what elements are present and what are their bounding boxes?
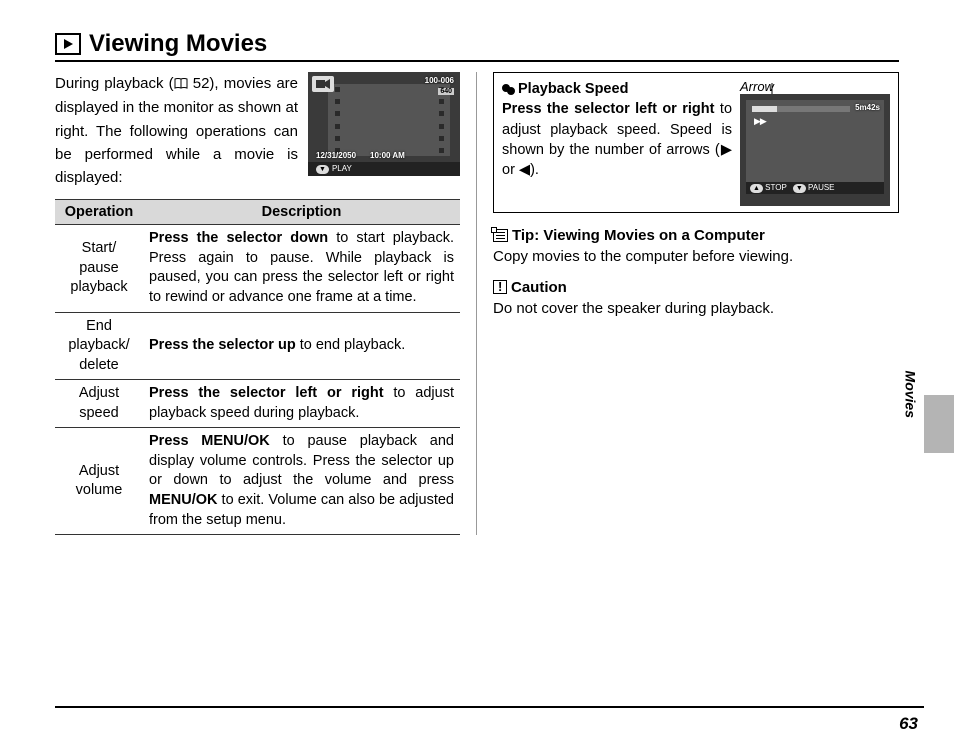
table-header-description: Description	[143, 200, 460, 225]
lcd-time: 10:00 AM	[370, 151, 405, 160]
playback-speed-note: Playback Speed Press the selector left o…	[493, 72, 899, 213]
right-column: Playback Speed Press the selector left o…	[477, 72, 899, 535]
intro-pre: During playback (	[55, 75, 174, 92]
note-bullet-icon	[502, 84, 515, 94]
op-cell: Adjust speed	[55, 380, 143, 428]
desc-cell: Press MENU/OK to pause playback and disp…	[143, 428, 460, 535]
table-row: End playback/ delete Press the selector …	[55, 312, 460, 380]
left-column: During playback ( 52), movies are displa…	[55, 72, 477, 535]
desc-cell: Press the selector down to start playbac…	[143, 225, 460, 312]
page-number: 63	[899, 714, 918, 734]
lcd-duration: 5m42s	[855, 103, 880, 112]
caution-body: Do not cover the speaker during playback…	[493, 300, 899, 317]
caution-icon	[493, 280, 507, 294]
desc-cell: Press the selector up to end playback.	[143, 312, 460, 380]
intro-ref: 52	[193, 75, 210, 92]
table-row: Adjust speed Press the selector left or …	[55, 380, 460, 428]
page-title: Viewing Movies	[89, 30, 267, 58]
tip-body: Copy movies to the computer before viewi…	[493, 248, 899, 265]
table-header-operation: Operation	[55, 200, 143, 225]
operations-table: Operation Description Start/ pause playb…	[55, 199, 460, 535]
movie-icon	[312, 76, 334, 92]
lcd-preview-speed: 5m42s ▶▶ ▲ STOP ▼ PAUSE	[740, 94, 890, 206]
section-tab	[924, 395, 954, 453]
table-row: Adjust volume Press MENU/OK to pause pla…	[55, 428, 460, 535]
pause-label: PAUSE	[808, 183, 835, 192]
lcd-control-bar: ▲ STOP ▼ PAUSE	[746, 182, 884, 194]
page-ref-icon	[174, 73, 188, 96]
op-cell: Adjust volume	[55, 428, 143, 535]
section-label: Movies	[902, 371, 918, 418]
lcd-file-number: 100-006	[425, 76, 454, 85]
speed-arrows-icon: ▶▶	[754, 116, 766, 127]
lcd-date: 12/31/2050	[316, 151, 356, 160]
tip-heading: Tip: Viewing Movies on a Computer	[493, 227, 899, 244]
lcd-resolution: 640	[438, 88, 454, 95]
playback-icon	[55, 33, 81, 55]
notebox-title: Playback Speed	[502, 79, 732, 99]
lcd-preview-playback: 100-006 640 12/31/2050 10:00 AM ▼PLAY	[308, 72, 460, 176]
lcd-play-label: PLAY	[332, 164, 352, 173]
down-arrow-icon: ▼	[793, 184, 806, 193]
table-row: Start/ pause playback Press the selector…	[55, 225, 460, 312]
down-arrow-icon: ▼	[316, 165, 329, 174]
notebox-body: Press the selector left or right to adju…	[502, 99, 732, 180]
op-cell: End playback/ delete	[55, 312, 143, 380]
op-cell: Start/ pause playback	[55, 225, 143, 312]
intro-text: During playback ( 52), movies are displa…	[55, 72, 298, 189]
caution-heading: Caution	[493, 279, 899, 296]
progress-bar	[752, 106, 850, 112]
page-title-row: Viewing Movies	[55, 30, 899, 62]
stop-label: STOP	[765, 183, 787, 192]
tip-icon	[493, 229, 508, 242]
desc-cell: Press the selector left or right to adju…	[143, 380, 460, 428]
footer-rule	[55, 706, 924, 708]
lcd-play-bar: ▼PLAY	[308, 162, 460, 176]
up-arrow-icon: ▲	[750, 184, 763, 193]
